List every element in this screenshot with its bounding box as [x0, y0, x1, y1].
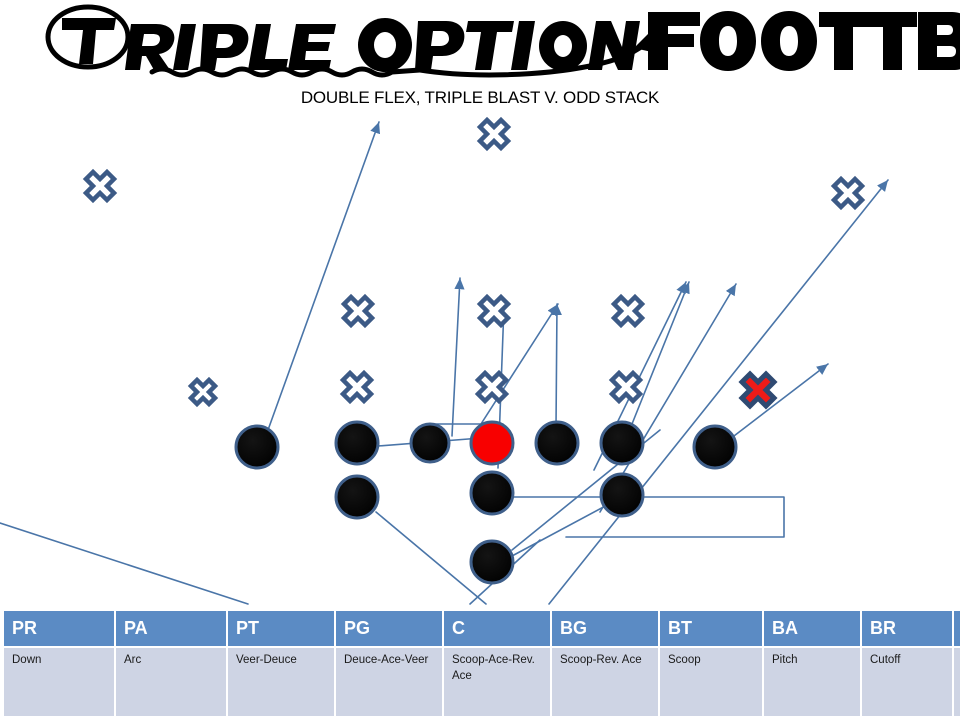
defender-x-right-wide	[830, 175, 866, 211]
defenders-group	[82, 116, 866, 410]
assignment-bg: Scoop-Rev. Ace	[552, 648, 658, 716]
route-q-right-hook	[513, 496, 785, 538]
defender-x-dl-right	[608, 369, 644, 405]
column-header-pr[interactable]: PR	[4, 611, 114, 646]
offense-player-bg	[534, 420, 580, 466]
offense-player-pr	[234, 424, 280, 470]
column-header-q[interactable]: Q	[954, 611, 960, 646]
assignment-table: PR PA PT PG C BG BT BA BR Q B Down Arc V…	[2, 609, 960, 718]
assignment-table-row: Down Arc Veer-Deuce Deuce-Ace-Veer Scoop…	[4, 648, 960, 716]
assignment-table-header-row: PR PA PT PG C BG BT BA BR Q B	[4, 611, 960, 646]
offense-player-c	[469, 420, 515, 466]
offense-group	[234, 420, 738, 585]
defender-x-dl-far-left	[187, 376, 219, 408]
column-header-c[interactable]: C	[444, 611, 550, 646]
route-pt-veer	[451, 277, 465, 437]
assignment-ba: Pitch	[764, 648, 860, 716]
offense-player-br	[692, 424, 738, 470]
offense-player-bt	[599, 420, 645, 466]
offense-player-pt	[409, 422, 451, 464]
assignment-pg: Deuce-Ace-Veer	[336, 648, 442, 716]
column-header-pa[interactable]: PA	[116, 611, 226, 646]
defender-x-nose	[474, 369, 510, 405]
column-header-bg[interactable]: BG	[552, 611, 658, 646]
column-header-pg[interactable]: PG	[336, 611, 442, 646]
play-diagram-page: DOUBLE FLEX, TRIPLE BLAST V. ODD STACK P…	[0, 0, 960, 720]
route-pa-arc	[548, 179, 889, 605]
assignment-q: Blast Steps	[954, 648, 960, 716]
offense-player-pa	[334, 420, 380, 466]
column-header-pt[interactable]: PT	[228, 611, 334, 646]
assignment-pa: Arc	[116, 648, 226, 716]
route-bottom-left-converge	[0, 522, 249, 605]
offense-player-ba	[599, 472, 645, 518]
column-header-br[interactable]: BR	[862, 611, 952, 646]
column-header-ba[interactable]: BA	[764, 611, 860, 646]
column-header-bt[interactable]: BT	[660, 611, 762, 646]
assignment-bt: Scoop	[660, 648, 762, 716]
assignment-c: Scoop-Ace-Rev. Ace	[444, 648, 550, 716]
assignment-pt: Veer-Deuce	[228, 648, 334, 716]
assignment-pr: Down	[4, 648, 114, 716]
offense-player-b	[469, 539, 515, 585]
defender-x-lb-left	[340, 293, 376, 329]
defender-x-pitch-key-highlight	[738, 370, 778, 410]
offense-player-pg	[334, 474, 380, 520]
defender-x-top-middle	[476, 116, 512, 152]
play-diagram-canvas	[0, 0, 960, 605]
route-bg-scoop	[551, 303, 563, 429]
defender-x-lb-right	[610, 293, 646, 329]
offense-player-q	[469, 470, 515, 516]
defender-x-left-wide	[82, 168, 118, 204]
defender-x-lb-middle	[476, 293, 512, 329]
route-lines	[0, 121, 889, 605]
defender-x-dl-left	[339, 369, 375, 405]
assignment-br: Cutoff	[862, 648, 952, 716]
route-q-blast-steps	[375, 511, 487, 605]
